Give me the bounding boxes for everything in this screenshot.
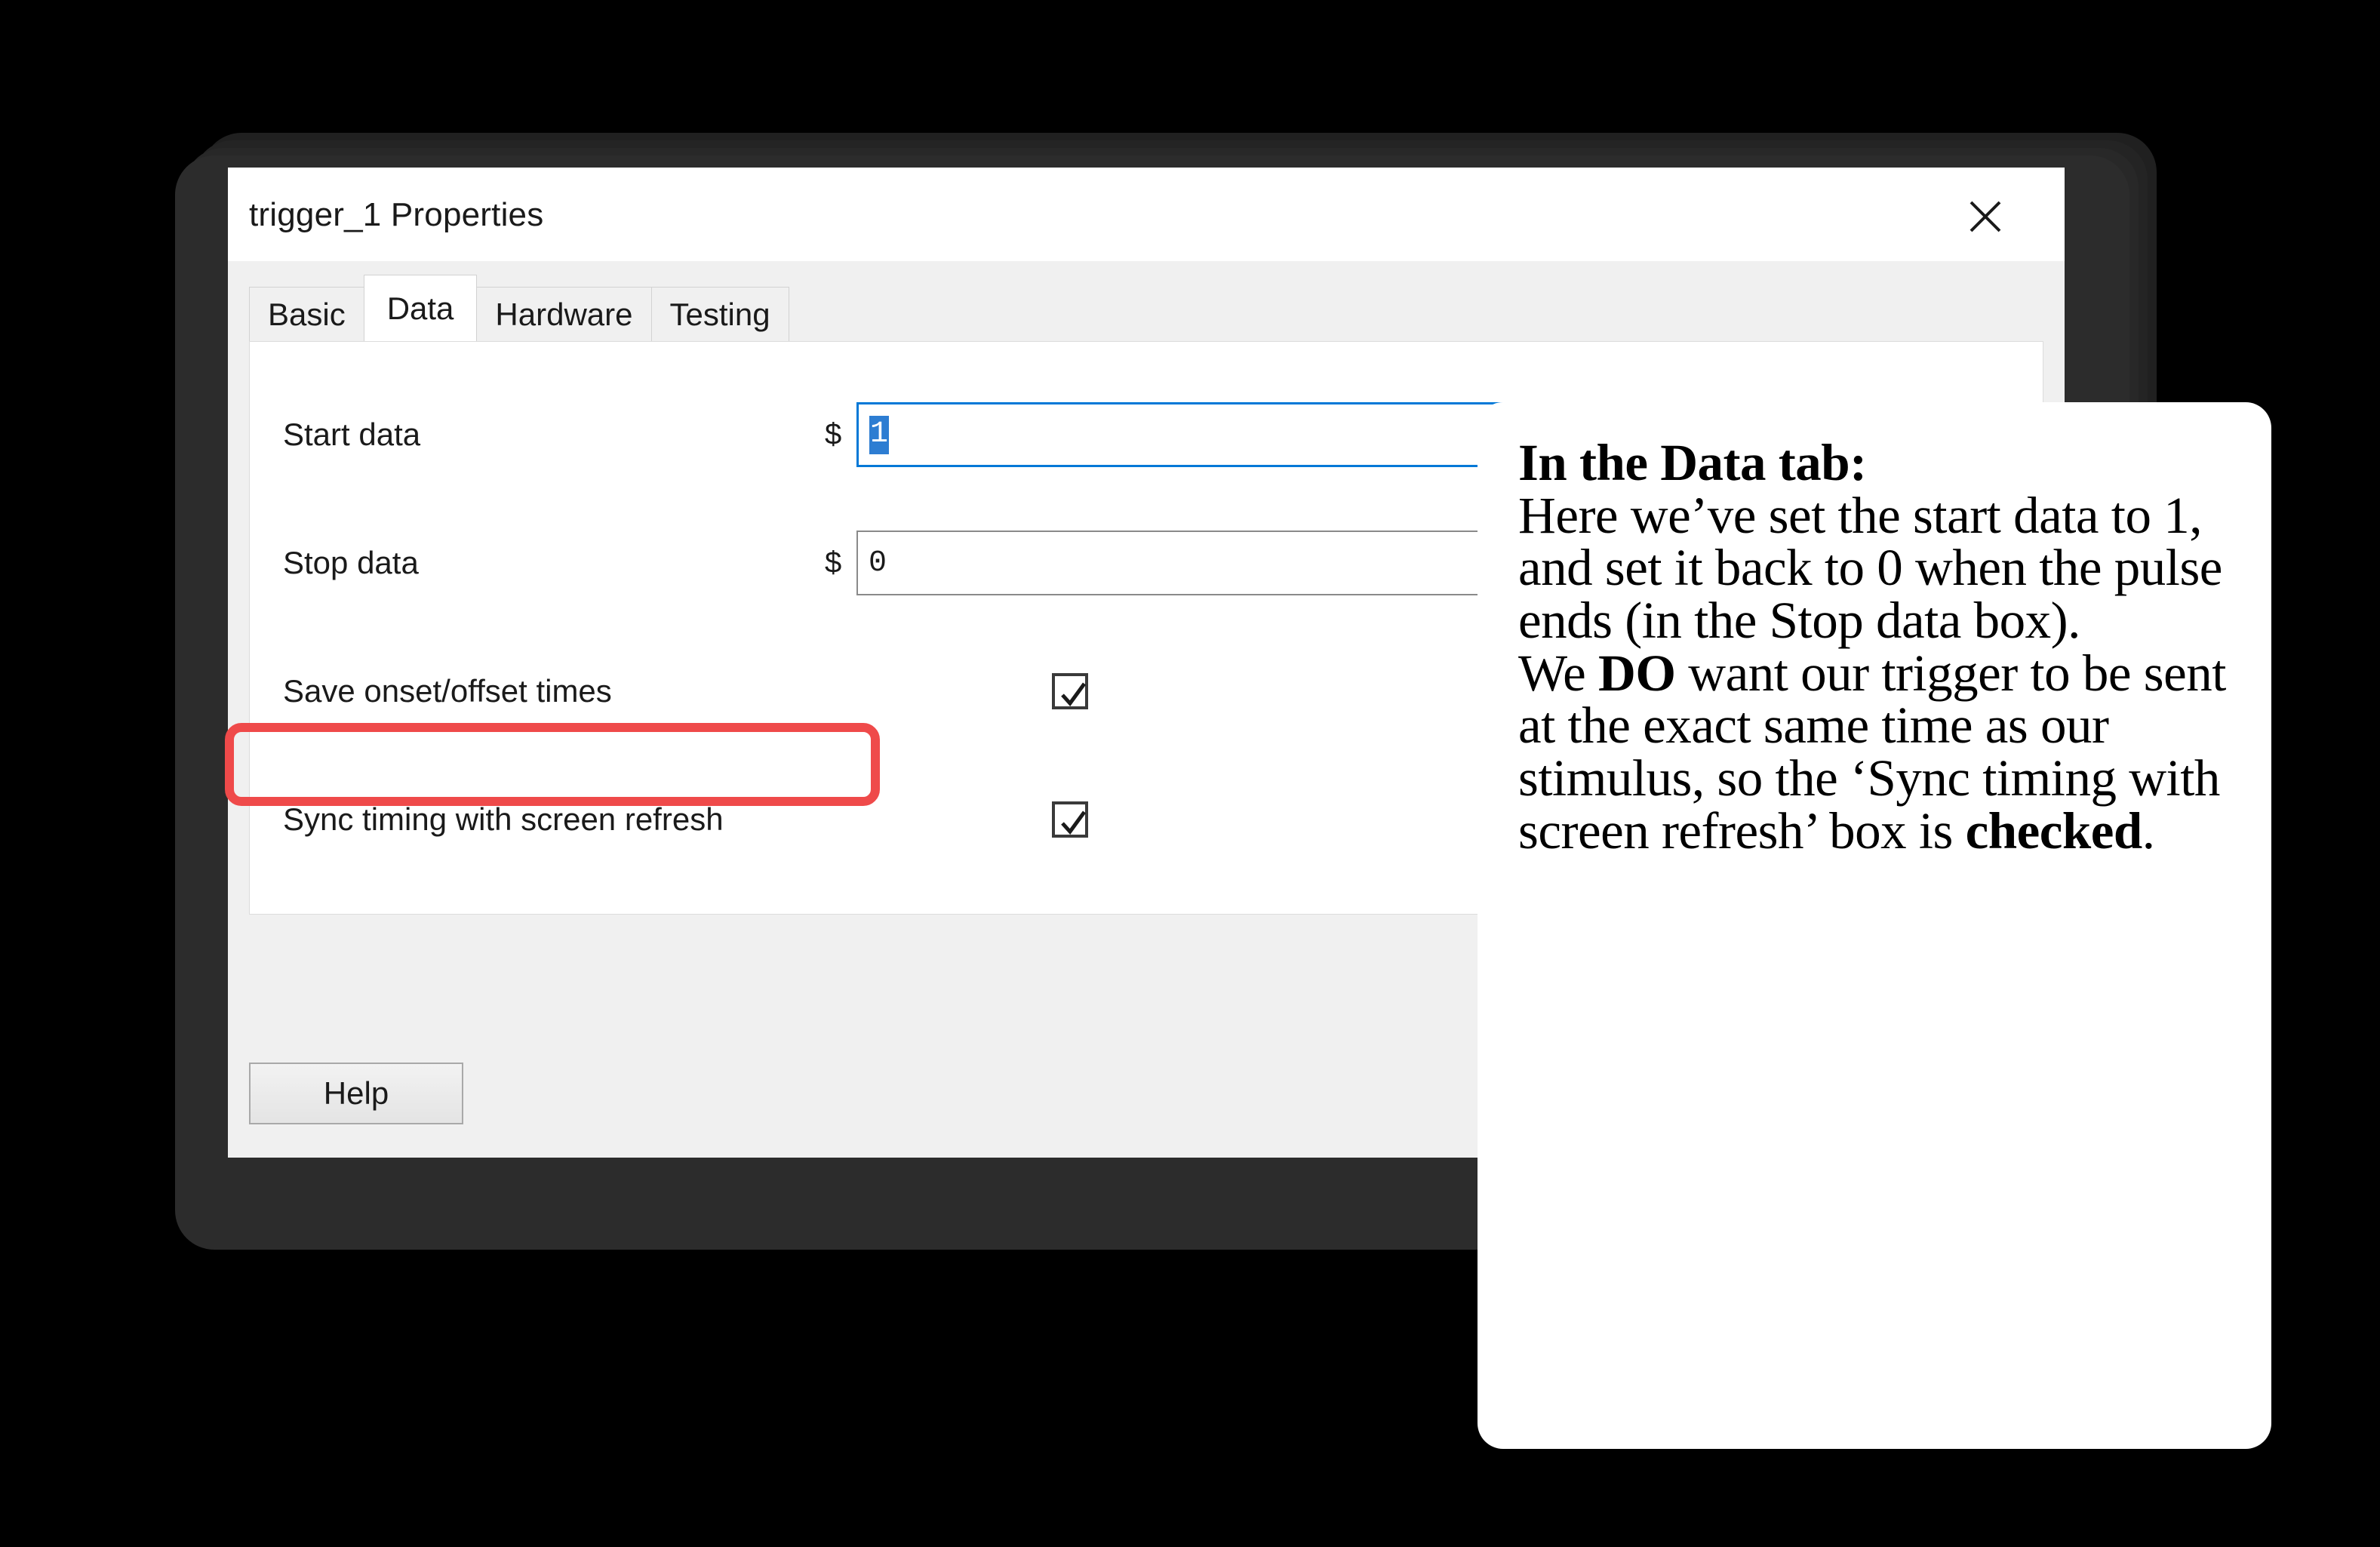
callout-heading: In the Data tab: — [1518, 434, 1867, 491]
checkbox-sync-timing-with-screen-refresh[interactable] — [1052, 801, 1088, 838]
callout-paragraph-1: Here we’ve set the start data to 1, and … — [1518, 486, 2222, 650]
help-button-label: Help — [323, 1075, 389, 1111]
tab-basic[interactable]: Basic — [249, 287, 364, 341]
tab-data-label: Data — [386, 290, 454, 326]
callout-p2-emph-do: DO — [1597, 644, 1676, 702]
tab-strip: Basic Data Hardware Testing — [249, 275, 789, 341]
callout-heading-paragraph: In the Data tab: — [1518, 434, 2232, 491]
callout-p2-part-3: . — [2142, 801, 2155, 860]
stop-data-value: 0 — [869, 546, 887, 580]
check-icon — [1061, 682, 1087, 706]
label-stop-data: Stop data — [283, 545, 419, 580]
dialog-title: trigger_1 Properties — [249, 196, 544, 233]
callout-p2-emph-checked: checked — [1965, 801, 2143, 860]
callout-p2-part-1: We — [1518, 644, 1598, 702]
tab-basic-label: Basic — [268, 296, 346, 332]
check-icon — [1061, 810, 1087, 835]
tab-testing[interactable]: Testing — [650, 287, 789, 341]
annotation-callout-panel: In the Data tab: Here we’ve set the star… — [1478, 402, 2271, 1449]
start-data-value: 1 — [869, 415, 890, 454]
prefix-stop-data: $ — [825, 546, 842, 580]
dialog-titlebar: trigger_1 Properties — [228, 168, 2065, 261]
label-start-data: Start data — [283, 417, 421, 452]
tab-testing-label: Testing — [669, 296, 770, 332]
prefix-start-data: $ — [825, 417, 842, 451]
tab-hardware-label: Hardware — [495, 296, 633, 332]
label-sync-timing-with-screen-refresh: Sync timing with screen refresh — [283, 801, 724, 837]
checkbox-save-onset-offset-times[interactable] — [1052, 673, 1088, 709]
help-button[interactable]: Help — [249, 1063, 463, 1124]
tab-data[interactable]: Data — [363, 275, 478, 341]
close-icon[interactable] — [1959, 190, 2012, 243]
label-save-onset-offset-times: Save onset/offset times — [283, 673, 612, 709]
callout-text: In the Data tab: Here we’ve set the star… — [1518, 434, 2232, 858]
callout-paragraph-2: We DO want our trigger to be sent at the… — [1518, 647, 2232, 858]
tab-hardware[interactable]: Hardware — [476, 287, 652, 341]
